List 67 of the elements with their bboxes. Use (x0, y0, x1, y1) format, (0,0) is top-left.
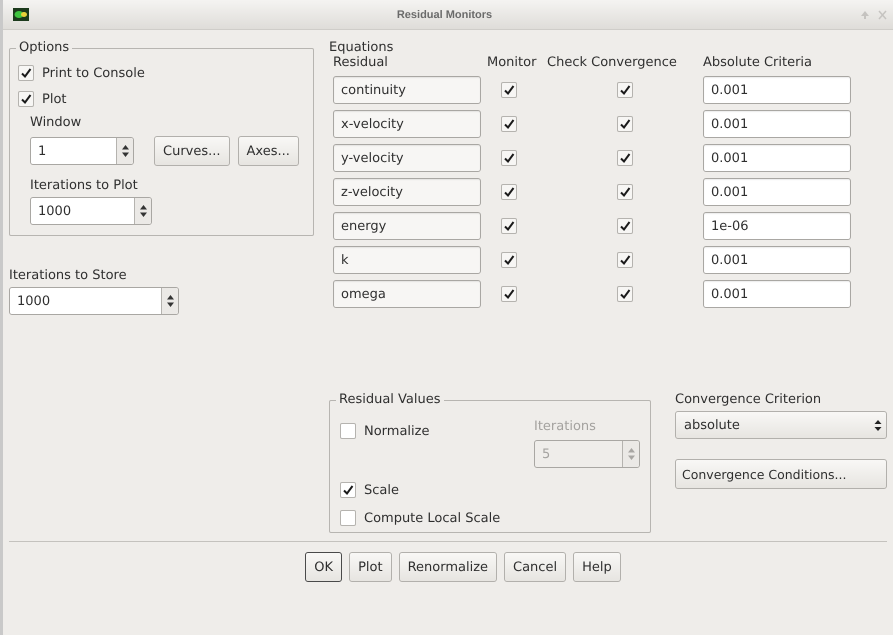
residual-field: continuity (333, 76, 481, 104)
iterations-spinner[interactable]: 1000 (9, 287, 179, 315)
checkbox[interactable] (501, 150, 517, 166)
convergence-conditions-button[interactable]: Convergence Conditions... (675, 459, 887, 489)
checkbox[interactable] (501, 184, 517, 200)
checkbox[interactable] (501, 218, 517, 234)
column-header: Residual (333, 55, 389, 70)
residual-field: energy (333, 212, 481, 240)
checkbox[interactable] (617, 150, 633, 166)
checkbox[interactable] (501, 286, 517, 302)
spin-arrows-icon[interactable] (166, 294, 174, 308)
checkbox[interactable] (617, 286, 633, 302)
field-label: Iterations to Plot (30, 178, 138, 193)
field-label: Iterations to Store (9, 268, 128, 283)
spin-arrows-icon[interactable] (120, 144, 130, 158)
checkbox[interactable] (18, 65, 34, 81)
field-label: Iterations (534, 419, 597, 434)
criterion-dropdown[interactable]: absolute (675, 411, 887, 439)
criteria-field[interactable]: 1e-06 (703, 212, 851, 240)
section-title: Equations (329, 40, 394, 55)
window-spinner[interactable]: 1 (30, 137, 134, 165)
residual-field: omega (333, 280, 481, 308)
checkbox[interactable] (340, 510, 356, 526)
checkbox-label: Plot (42, 92, 67, 106)
column-header: Monitor (486, 55, 538, 70)
checkbox[interactable] (617, 184, 633, 200)
residual-field: x-velocity (333, 110, 481, 138)
column-header: Check Convergence (546, 55, 678, 70)
window-title: Residual Monitors (396, 8, 494, 20)
checkbox[interactable] (340, 482, 356, 498)
checkbox-label: Print to Console (42, 66, 145, 80)
axes-button[interactable]: Axes... (238, 136, 299, 166)
criteria-field[interactable]: 0.001 (703, 246, 851, 274)
criteria-field[interactable]: 0.001 (703, 178, 851, 206)
checkbox[interactable] (340, 423, 356, 439)
checkbox[interactable] (501, 116, 517, 132)
residual-field: z-velocity (333, 178, 481, 206)
dropdown-arrows-icon (874, 418, 882, 432)
checkbox[interactable] (18, 91, 34, 107)
residual-field: y-velocity (333, 144, 481, 172)
app-icon (13, 8, 29, 21)
field-label: Window (30, 115, 82, 130)
criteria-field[interactable]: 0.001 (703, 144, 851, 172)
checkbox[interactable] (501, 252, 517, 268)
field-label: Convergence Criterion (675, 392, 822, 407)
criteria-field[interactable]: 0.001 (703, 280, 851, 308)
spin-arrows-icon[interactable] (138, 204, 148, 218)
criteria-field[interactable]: 0.001 (703, 76, 851, 104)
group-title: Options (16, 40, 72, 56)
iterations-spinner[interactable]: 1000 (30, 197, 152, 225)
dialog-button[interactable]: Cancel (504, 552, 566, 582)
column-header: Absolute Criteria (703, 55, 814, 70)
checkbox-label: Scale (364, 482, 399, 498)
dialog-button[interactable]: Plot (349, 552, 392, 582)
checkbox[interactable] (617, 82, 633, 98)
dialog-button[interactable]: Renormalize (398, 552, 498, 582)
checkbox-label: Normalize (364, 424, 430, 438)
criteria-field[interactable]: 0.001 (703, 110, 851, 138)
checkbox[interactable] (501, 82, 517, 98)
checkbox-label: Compute Local Scale (364, 510, 500, 526)
checkbox[interactable] (617, 252, 633, 268)
dialog-button[interactable]: OK (305, 552, 342, 582)
dialog-button[interactable]: Help (573, 552, 621, 582)
curves-button[interactable]: Curves... (154, 136, 230, 166)
residual-field: k (333, 246, 481, 274)
checkbox[interactable] (617, 116, 633, 132)
checkbox[interactable] (617, 218, 633, 234)
